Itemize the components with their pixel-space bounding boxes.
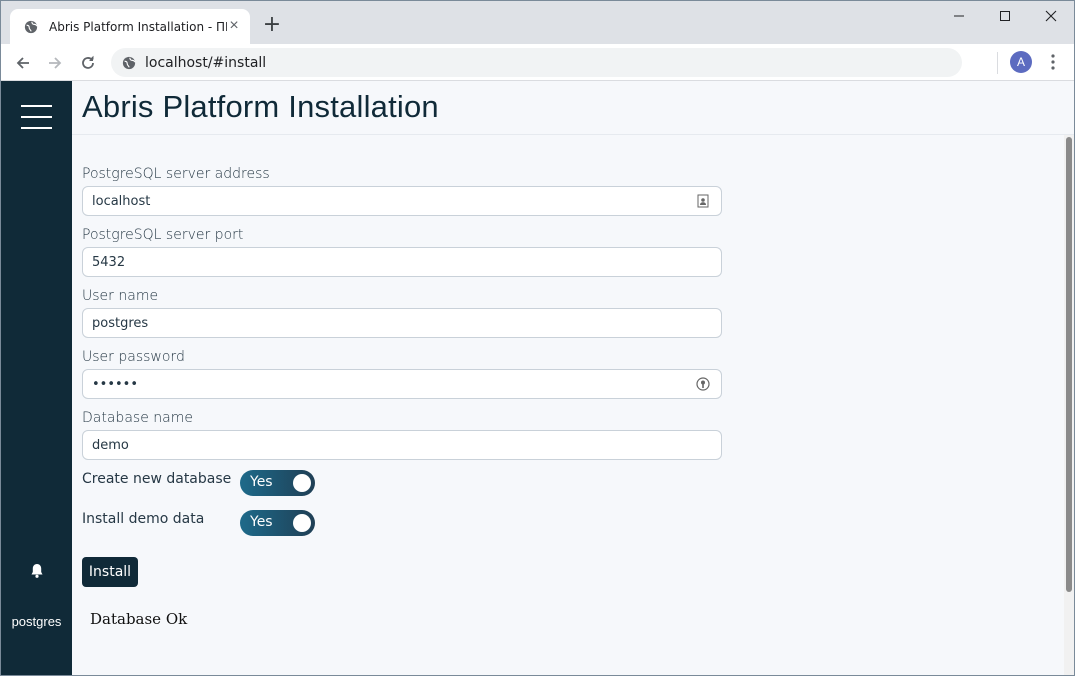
new-tab-button[interactable]: + (260, 14, 284, 38)
create-db-toggle[interactable]: Yes (240, 470, 315, 496)
minimize-button[interactable] (936, 1, 982, 31)
reload-icon (82, 55, 94, 69)
close-icon (1045, 10, 1057, 22)
site-info-icon[interactable] (121, 55, 137, 71)
server-port-label: PostgreSQL server port (82, 227, 244, 243)
browser-tab[interactable]: Abris Platform Installation - ПК "Абрис"… (10, 9, 250, 44)
reload-button[interactable] (75, 50, 101, 76)
minimize-icon (954, 15, 964, 17)
toolbar-divider (997, 52, 998, 74)
toggle-knob (293, 474, 311, 492)
maximize-icon (1000, 11, 1010, 21)
demo-data-toggle[interactable]: Yes (240, 510, 315, 536)
browser-window: Abris Platform Installation - ПК "Абрис"… (0, 0, 1075, 676)
create-db-toggle-text: Yes (250, 474, 273, 490)
back-button[interactable] (10, 50, 36, 76)
browser-toolbar: localhost/#install A (1, 44, 1074, 81)
close-window-button[interactable] (1028, 1, 1074, 31)
demo-data-toggle-text: Yes (250, 514, 273, 530)
password-label: User password (82, 349, 185, 365)
arrow-left-icon (16, 57, 29, 69)
profile-avatar[interactable]: A (1010, 51, 1032, 73)
server-port-input[interactable] (82, 247, 722, 277)
server-address-input[interactable] (82, 186, 722, 216)
create-db-label: Create new database (82, 471, 232, 487)
current-user[interactable]: postgres (1, 614, 72, 629)
database-name-label: Database name (82, 410, 193, 426)
close-tab-icon[interactable]: × (226, 18, 242, 34)
tab-title: Abris Platform Installation - ПК "Абрис" (49, 19, 227, 34)
globe-icon (23, 19, 39, 35)
database-name-input[interactable] (82, 430, 722, 460)
page-header: Abris Platform Installation (72, 81, 1074, 135)
hamburger-menu-icon[interactable] (21, 105, 52, 129)
toggle-knob (293, 514, 311, 532)
window-controls (936, 1, 1074, 31)
main-content: Abris Platform Installation PostgreSQL s… (72, 81, 1074, 675)
bell-icon[interactable] (28, 562, 46, 580)
address-bar[interactable]: localhost/#install (111, 48, 962, 77)
user-name-input[interactable] (82, 308, 722, 338)
scrollbar-thumb[interactable] (1066, 137, 1072, 592)
contact-card-icon[interactable] (696, 194, 710, 208)
install-button[interactable]: Install (82, 557, 138, 587)
forward-button[interactable] (42, 50, 68, 76)
url-text: localhost/#install (145, 54, 267, 71)
user-name-label: User name (82, 288, 159, 304)
status-message: Database Ok (90, 610, 188, 628)
password-input[interactable] (82, 369, 722, 399)
demo-data-label: Install demo data (82, 511, 205, 527)
page-title: Abris Platform Installation (82, 89, 439, 124)
menu-button[interactable] (1043, 51, 1063, 73)
arrow-right-icon (49, 57, 62, 69)
key-icon[interactable] (696, 377, 710, 391)
more-vert-icon (1051, 54, 1055, 70)
sidebar: postgres (1, 81, 72, 675)
scrollbar[interactable] (1064, 135, 1074, 675)
server-address-label: PostgreSQL server address (82, 166, 270, 182)
maximize-button[interactable] (982, 1, 1028, 31)
tab-strip: Abris Platform Installation - ПК "Абрис"… (1, 1, 1074, 44)
